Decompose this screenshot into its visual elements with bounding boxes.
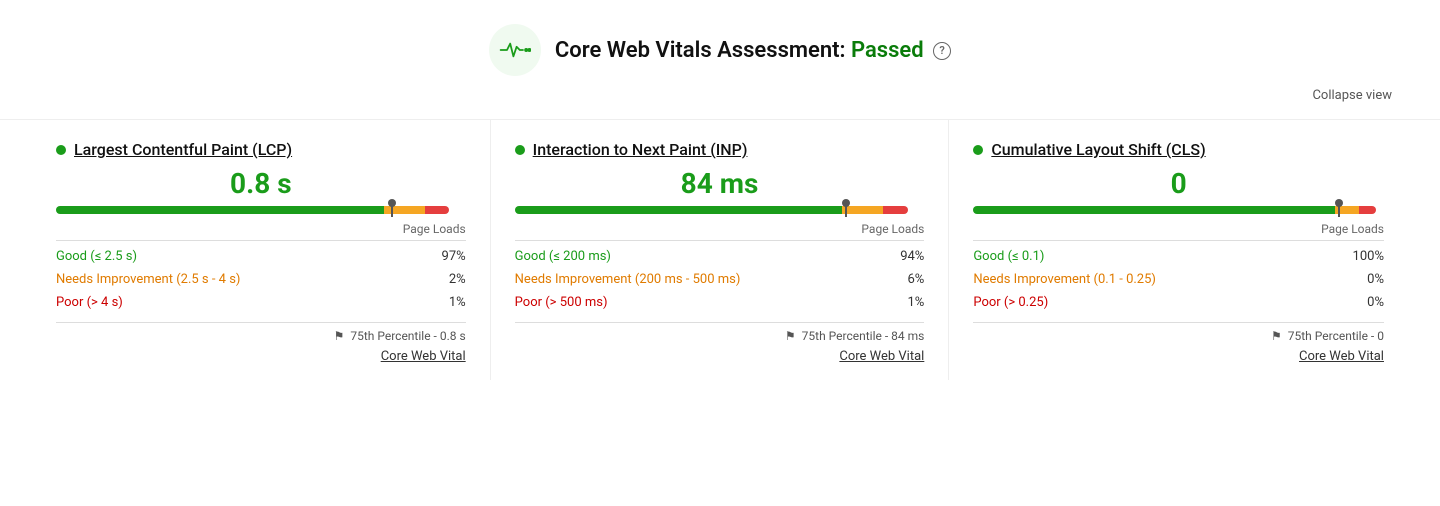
bar-orange-lcp bbox=[384, 206, 425, 214]
percentile-text-lcp: 75th Percentile - 0.8 s bbox=[350, 329, 465, 343]
table-row: Needs Improvement (2.5 s - 4 s)2% bbox=[56, 268, 466, 291]
collapse-row: Collapse view bbox=[0, 84, 1440, 119]
stat-value: 2% bbox=[418, 268, 465, 291]
stat-value: 100% bbox=[1324, 245, 1384, 268]
help-icon[interactable]: ? bbox=[933, 42, 951, 60]
table-row: Poor (> 0.25)0% bbox=[973, 291, 1384, 314]
stat-value: 0% bbox=[1324, 291, 1384, 314]
vitals-icon bbox=[499, 39, 531, 61]
stats-table-cls: Good (≤ 0.1)100%Needs Improvement (0.1 -… bbox=[973, 245, 1384, 314]
collapse-link[interactable]: Collapse view bbox=[1312, 88, 1392, 103]
stat-label: Needs Improvement (2.5 s - 4 s) bbox=[56, 268, 418, 291]
bar-green-lcp bbox=[56, 206, 384, 214]
bar-marker-inp bbox=[845, 203, 847, 217]
status-badge: Passed bbox=[851, 38, 924, 63]
stat-label: Needs Improvement (0.1 - 0.25) bbox=[973, 268, 1323, 291]
metric-panel-inp: Interaction to Next Paint (INP) 84 ms Page… bbox=[491, 120, 950, 380]
stat-value: 94% bbox=[885, 245, 925, 268]
stat-label: Poor (> 0.25) bbox=[973, 291, 1323, 314]
table-row: Poor (> 500 ms)1% bbox=[515, 291, 925, 314]
green-dot-lcp bbox=[56, 145, 66, 155]
page-loads-label-cls: Page Loads bbox=[973, 222, 1384, 236]
bar-container-cls bbox=[973, 206, 1384, 216]
bar-green-inp bbox=[515, 206, 843, 214]
stat-value: 0% bbox=[1324, 268, 1384, 291]
metric-title-row-inp: Interaction to Next Paint (INP) bbox=[515, 140, 925, 159]
green-dot-cls bbox=[973, 145, 983, 155]
bar-red-cls bbox=[1359, 206, 1375, 214]
stat-label: Good (≤ 2.5 s) bbox=[56, 245, 418, 268]
bar-container-inp bbox=[515, 206, 925, 216]
percentile-row-cls: ⚑ 75th Percentile - 0 bbox=[973, 329, 1384, 343]
metric-title-inp[interactable]: Interaction to Next Paint (INP) bbox=[533, 140, 748, 159]
percentile-row-lcp: ⚑ 75th Percentile - 0.8 s bbox=[56, 329, 466, 343]
bar-green-cls bbox=[973, 206, 1334, 214]
stat-value: 1% bbox=[418, 291, 465, 314]
table-row: Needs Improvement (0.1 - 0.25)0% bbox=[973, 268, 1384, 291]
bar-container-lcp bbox=[56, 206, 466, 216]
table-row: Good (≤ 2.5 s)97% bbox=[56, 245, 466, 268]
vitals-icon-wrap bbox=[489, 24, 541, 76]
page-loads-label-lcp: Page Loads bbox=[56, 222, 466, 236]
metric-panel-lcp: Largest Contentful Paint (LCP) 0.8 s Page … bbox=[32, 120, 491, 380]
table-row: Good (≤ 0.1)100% bbox=[973, 245, 1384, 268]
page-header: Core Web Vitals Assessment: Passed ? bbox=[0, 0, 1440, 84]
stat-value: 97% bbox=[418, 245, 465, 268]
metric-title-lcp[interactable]: Largest Contentful Paint (LCP) bbox=[74, 140, 292, 159]
metric-title-cls[interactable]: Cumulative Layout Shift (CLS) bbox=[991, 140, 1205, 159]
metric-value-inp: 84 ms bbox=[515, 167, 925, 200]
cwv-link-cls[interactable]: Core Web Vital bbox=[973, 349, 1384, 364]
bar-track-inp bbox=[515, 206, 925, 214]
page-title: Core Web Vitals Assessment: Passed ? bbox=[555, 38, 951, 63]
bar-red-lcp bbox=[425, 206, 450, 214]
stat-value: 1% bbox=[885, 291, 925, 314]
cwv-link-inp[interactable]: Core Web Vital bbox=[515, 349, 925, 364]
percentile-icon-lcp: ⚑ bbox=[334, 329, 345, 343]
stat-label: Needs Improvement (200 ms - 500 ms) bbox=[515, 268, 885, 291]
stat-label: Poor (> 500 ms) bbox=[515, 291, 885, 314]
table-row: Poor (> 4 s)1% bbox=[56, 291, 466, 314]
table-row: Good (≤ 200 ms)94% bbox=[515, 245, 925, 268]
stats-table-lcp: Good (≤ 2.5 s)97%Needs Improvement (2.5 … bbox=[56, 245, 466, 314]
bar-marker-cls bbox=[1338, 203, 1340, 217]
metric-value-cls: 0 bbox=[973, 167, 1384, 200]
title-prefix: Core Web Vitals Assessment: bbox=[555, 38, 846, 63]
stat-label: Poor (> 4 s) bbox=[56, 291, 418, 314]
metric-panel-cls: Cumulative Layout Shift (CLS) 0 Page Loads… bbox=[949, 120, 1408, 380]
stat-value: 6% bbox=[885, 268, 925, 291]
bar-marker-lcp bbox=[391, 203, 393, 217]
percentile-text-cls: 75th Percentile - 0 bbox=[1288, 329, 1384, 343]
stat-label: Good (≤ 200 ms) bbox=[515, 245, 885, 268]
metric-title-row-lcp: Largest Contentful Paint (LCP) bbox=[56, 140, 466, 159]
cwv-link-lcp[interactable]: Core Web Vital bbox=[56, 349, 466, 364]
metric-title-row-cls: Cumulative Layout Shift (CLS) bbox=[973, 140, 1384, 159]
bar-track-lcp bbox=[56, 206, 466, 214]
bar-orange-inp bbox=[842, 206, 883, 214]
stats-table-inp: Good (≤ 200 ms)94%Needs Improvement (200… bbox=[515, 245, 925, 314]
percentile-row-inp: ⚑ 75th Percentile - 84 ms bbox=[515, 329, 925, 343]
metrics-grid: Largest Contentful Paint (LCP) 0.8 s Page … bbox=[0, 119, 1440, 404]
table-row: Needs Improvement (200 ms - 500 ms)6% bbox=[515, 268, 925, 291]
bar-red-inp bbox=[883, 206, 908, 214]
stat-label: Good (≤ 0.1) bbox=[973, 245, 1323, 268]
green-dot-inp bbox=[515, 145, 525, 155]
percentile-icon-cls: ⚑ bbox=[1271, 329, 1282, 343]
page-loads-label-inp: Page Loads bbox=[515, 222, 925, 236]
percentile-text-inp: 75th Percentile - 84 ms bbox=[802, 329, 925, 343]
bar-track-cls bbox=[973, 206, 1384, 214]
metric-value-lcp: 0.8 s bbox=[56, 167, 466, 200]
percentile-icon-inp: ⚑ bbox=[785, 329, 796, 343]
